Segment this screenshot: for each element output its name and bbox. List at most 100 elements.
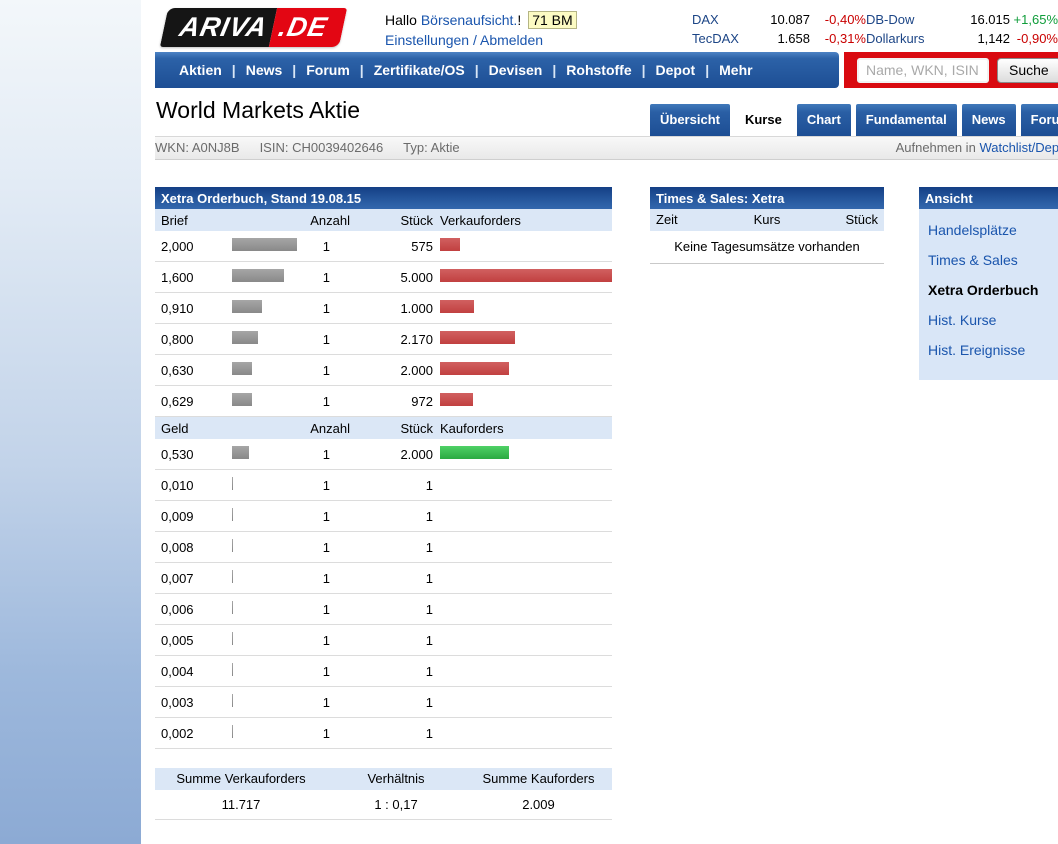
nav-item-rohstoffe[interactable]: Rohstoffe	[566, 62, 631, 78]
stueck-cell: 2.000	[350, 447, 433, 462]
price-bar-cell	[232, 725, 297, 741]
price-bar	[232, 331, 258, 344]
sell-bar	[440, 269, 612, 282]
sidebar-item-hist-ereignisse[interactable]: Hist. Ereignisse	[928, 334, 1058, 364]
ticker-change: -0,31%	[810, 29, 866, 48]
price-bar-cell	[232, 694, 297, 710]
nav-item-depot[interactable]: Depot	[656, 62, 696, 78]
price-bar-cell	[232, 601, 297, 617]
sell-bar	[440, 362, 509, 375]
orderbook-bid-row: 0,00711	[155, 563, 612, 594]
ticker-name-dax[interactable]: DAX	[692, 10, 746, 29]
price-bar	[232, 725, 233, 738]
sell-bar	[440, 300, 474, 313]
col-header-stueck: Stück	[350, 213, 433, 228]
orderbook-ask-row: 0,91011.000	[155, 293, 612, 324]
title-row: World Markets Aktie ÜbersichtKurseChartF…	[155, 88, 1058, 136]
ansicht-panel: Ansicht HandelsplätzeTimes & SalesXetra …	[919, 187, 1058, 380]
search-input[interactable]	[857, 58, 989, 83]
anzahl-cell: 1	[297, 332, 350, 347]
price-bar-cell	[232, 238, 297, 254]
nav-item-forum[interactable]: Forum	[306, 62, 350, 78]
nav-item-mehr[interactable]: Mehr	[719, 62, 752, 78]
anzahl-cell: 1	[297, 540, 350, 555]
anzahl-cell: 1	[297, 301, 350, 316]
stueck-cell: 1	[350, 664, 433, 679]
watchlist-link[interactable]: Watchlist/Depot	[979, 140, 1058, 155]
sidebar-item-hist-kurse[interactable]: Hist. Kurse	[928, 304, 1058, 334]
ts-col-header-stück: Stück	[804, 209, 878, 231]
stueck-cell: 1	[350, 633, 433, 648]
price-cell: 0,009	[155, 509, 232, 524]
price-bar-cell	[232, 269, 297, 285]
sidebar-item-times-&-sales[interactable]: Times & Sales	[928, 244, 1058, 274]
order-bar-cell	[433, 446, 612, 462]
ts-col-header-zeit: Zeit	[656, 209, 730, 231]
price-cell: 0,800	[155, 332, 232, 347]
anzahl-cell: 1	[297, 571, 350, 586]
price-cell: 0,003	[155, 695, 232, 710]
ticker-name-dollarkurs[interactable]: Dollarkurs	[866, 29, 946, 48]
settings-logout-links[interactable]: Einstellungen / Abmelden	[385, 32, 543, 48]
price-bar-cell	[232, 539, 297, 555]
stueck-cell: 1	[350, 695, 433, 710]
orderbook-ask-row: 0,6291972	[155, 386, 612, 417]
nav-item-aktien[interactable]: Aktien	[179, 62, 222, 78]
nav-item-zertifikate-os[interactable]: Zertifikate/OS	[374, 62, 465, 78]
tab-chart[interactable]: Chart	[797, 104, 851, 136]
stueck-cell: 1	[350, 571, 433, 586]
tab-forum[interactable]: Forum	[1021, 104, 1058, 136]
watchlist-add: Aufnehmen in Watchlist/Depot	[896, 137, 1058, 159]
col-header-orders: Kauforders	[433, 421, 612, 436]
username-link[interactable]: Börsenaufsicht.	[421, 12, 518, 28]
stueck-cell: 2.000	[350, 363, 433, 378]
stueck-cell: 972	[350, 394, 433, 409]
nav-separator: |	[705, 62, 709, 78]
summary-value: 1 : 0,17	[327, 790, 465, 820]
price-bar	[232, 477, 233, 490]
anzahl-cell: 1	[297, 695, 350, 710]
nav-item-news[interactable]: News	[246, 62, 283, 78]
ticker-value: 1.658	[746, 29, 810, 48]
sidebar-item-xetra-orderbuch[interactable]: Xetra Orderbuch	[928, 274, 1058, 304]
anzahl-cell: 1	[297, 239, 350, 254]
tab-fundamental[interactable]: Fundamental	[856, 104, 957, 136]
watchlist-prefix: Aufnehmen in	[896, 140, 976, 155]
order-bar-cell	[433, 331, 612, 347]
price-bar	[232, 362, 252, 375]
instrument-info-bar: WKN: A0NJ8B ISIN: CH0039402646 Typ: Akti…	[155, 136, 1058, 160]
price-bar-cell	[232, 362, 297, 378]
col-header-anzahl: Anzahl	[297, 213, 350, 228]
price-cell: 0,530	[155, 447, 232, 462]
times-sales-title: Times & Sales: Xetra	[650, 187, 884, 209]
buy-bar	[440, 446, 509, 459]
ts-col-header-kurs: Kurs	[730, 209, 804, 231]
nav-item-devisen[interactable]: Devisen	[489, 62, 543, 78]
message-count-badge[interactable]: 71 BM	[528, 11, 576, 29]
greeting-hello: Hallo	[385, 12, 417, 28]
price-cell: 0,629	[155, 394, 232, 409]
ariva-logo[interactable]: ARIVA .DE	[160, 8, 347, 47]
stueck-cell: 1	[350, 726, 433, 741]
sidebar-item-handelsplätze[interactable]: Handelsplätze	[928, 214, 1058, 244]
anzahl-cell: 1	[297, 270, 350, 285]
bid-column-headers: GeldAnzahlStückKauforders	[155, 417, 612, 439]
orderbook-panel: Xetra Orderbuch, Stand 19.08.15 BriefAnz…	[155, 187, 612, 820]
ticker-change: +1,65%	[1010, 10, 1058, 29]
tab-news[interactable]: News	[962, 104, 1016, 136]
tab-übersicht[interactable]: Übersicht	[650, 104, 730, 136]
price-bar-cell	[232, 446, 297, 462]
search-button[interactable]: Suche	[997, 58, 1058, 83]
ticker-name-db-dow[interactable]: DB-Dow	[866, 10, 946, 29]
times-sales-empty-message: Keine Tagesumsätze vorhanden	[650, 231, 884, 264]
stueck-cell: 1	[350, 602, 433, 617]
tab-kurse[interactable]: Kurse	[735, 104, 792, 136]
sell-bar	[440, 331, 515, 344]
price-cell: 1,600	[155, 270, 232, 285]
anzahl-cell: 1	[297, 447, 350, 462]
nav-separator: |	[232, 62, 236, 78]
ticker-name-tecdax[interactable]: TecDAX	[692, 29, 746, 48]
nav-separator: |	[475, 62, 479, 78]
price-cell: 0,002	[155, 726, 232, 741]
search-area: Suche	[844, 52, 1058, 88]
